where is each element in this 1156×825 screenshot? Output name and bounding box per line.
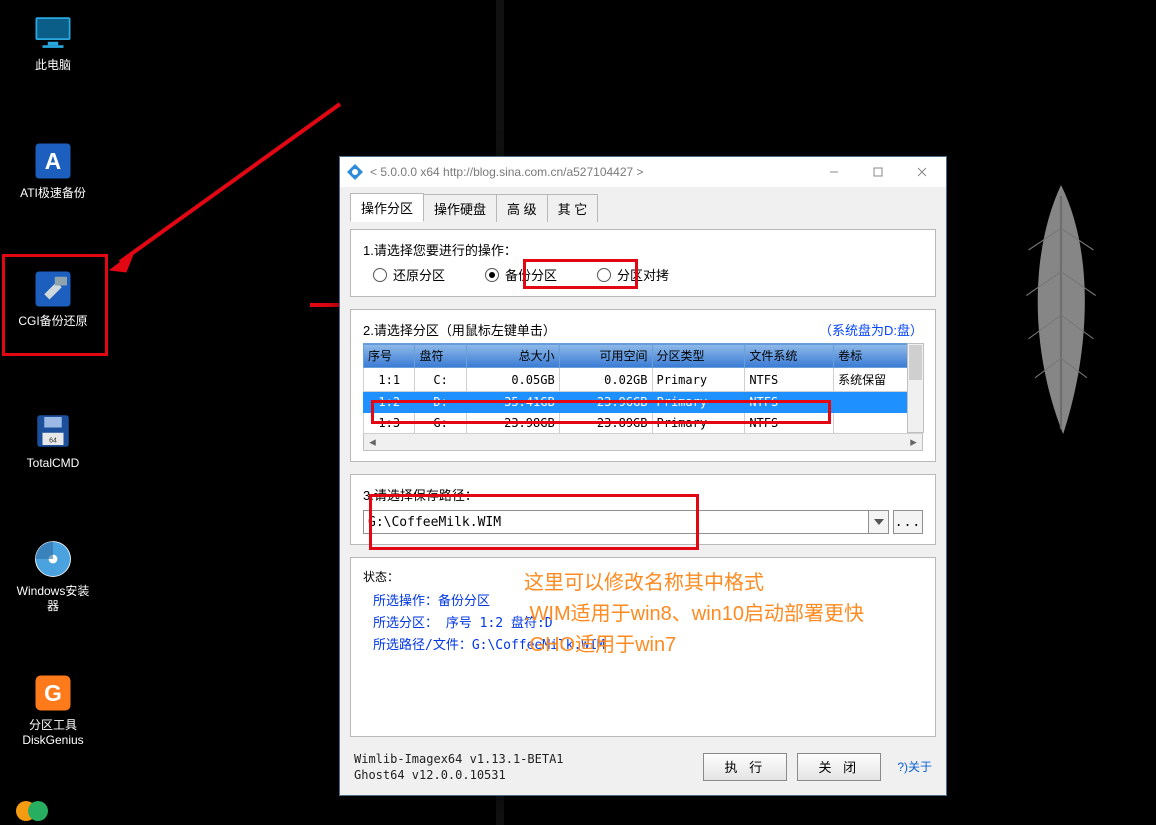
save-path-dropdown[interactable] [869,510,889,534]
svg-text:G: G [44,680,62,706]
close-button[interactable] [900,157,944,187]
desktop-icon-diskgenius[interactable]: G 分区工具 DiskGenius [14,672,92,748]
tab-strip: 操作分区 操作硬盘 高 级 其 它 [350,195,936,221]
app-icon [346,163,364,181]
tab-partition-ops[interactable]: 操作分区 [350,193,424,222]
titlebar[interactable]: < 5.0.0.0 x64 http://blog.sina.com.cn/a5… [340,157,946,187]
th-index[interactable]: 序号 [364,344,415,368]
desktop-icon-label: ATI极速备份 [14,186,92,201]
annotation-highlight-selected-row [371,400,831,424]
partition-table-wrap: 序号 盘符 总大小 可用空间 分区类型 文件系统 卷标 1:1 C: 0.05G… [363,343,923,451]
letter-a-icon: A [32,140,74,182]
bottom-bar: Wimlib-Imagex64 v1.13.1-BETA1 Ghost64 v1… [350,743,936,787]
radio-dot-icon [373,268,387,282]
letter-g-icon: G [32,672,74,714]
desktop-icon-win-installer[interactable]: Windows安装器 [14,538,92,614]
disc-icon [32,538,74,580]
desktop-icon-this-pc[interactable]: 此电脑 [14,12,92,73]
about-link[interactable]: ?)关于 [891,758,932,775]
minimize-button[interactable] [812,157,856,187]
panel-operation: 1.请选择您要进行的操作： 还原分区 备份分区 分区对拷 [350,229,936,297]
version-wimlib: Wimlib-Imagex64 v1.13.1-BETA1 [354,751,693,767]
radio-restore[interactable]: 还原分区 [373,265,445,284]
desktop-icon-label: Windows安装器 [14,584,92,614]
desktop-icon-label: 此电脑 [14,58,92,73]
table-vscrollbar[interactable] [907,343,924,433]
feather-decor [1006,185,1116,445]
tab-disk-ops[interactable]: 操作硬盘 [423,194,497,222]
annotation-text: 这里可以修改名称其中格式 .WIM适用于win8、win10启动部署更快 .GH… [524,568,864,661]
desktop-icon-ati-backup[interactable]: A ATI极速备份 [14,140,92,201]
floppy-icon: 64 [32,410,74,452]
scroll-left-icon[interactable]: ◂ [364,434,381,450]
svg-text:64: 64 [49,437,57,444]
th-total[interactable]: 总大小 [466,344,559,368]
annotation-highlight-save-path [369,494,699,550]
annotation-arrow-1 [100,94,350,274]
browse-button[interactable]: ... [893,510,923,534]
panel-partition: 2.请选择分区（用鼠标左键单击） （系统盘为D:盘） 序号 盘符 总大小 可用空… [350,309,936,462]
table-hscrollbar[interactable]: ◂ ▸ [363,434,923,451]
annotation-highlight-cgi-icon [2,254,108,356]
section1-label: 1.请选择您要进行的操作： [363,240,923,259]
desktop-icon-label: TotalCMD [14,456,92,471]
tab-advanced[interactable]: 高 级 [496,194,548,222]
annotation-highlight-backup-radio [523,259,638,289]
svg-text:A: A [45,148,61,174]
monitor-icon [32,12,74,54]
maximize-button[interactable] [856,157,900,187]
section2-label: 2.请选择分区（用鼠标左键单击） [363,320,556,339]
version-ghost: Ghost64 v12.0.0.10531 [354,767,693,783]
th-ptype[interactable]: 分区类型 [652,344,745,368]
desktop-icon-totalcmd[interactable]: 64 TotalCMD [14,410,92,471]
taskbar-partial-icon [14,800,54,825]
tab-other[interactable]: 其 它 [547,194,599,222]
close-button2[interactable]: 关 闭 [797,753,881,781]
th-drive[interactable]: 盘符 [415,344,466,368]
cgi-backup-window: < 5.0.0.0 x64 http://blog.sina.com.cn/a5… [339,156,947,796]
radio-dot-icon [485,268,499,282]
th-free[interactable]: 可用空间 [559,344,652,368]
scroll-right-icon[interactable]: ▸ [905,434,922,450]
chevron-down-icon [874,519,884,525]
run-button[interactable]: 执 行 [703,753,787,781]
th-fs[interactable]: 文件系统 [745,344,834,368]
window-title: < 5.0.0.0 x64 http://blog.sina.com.cn/a5… [370,165,812,179]
desktop-icon-label: 分区工具 DiskGenius [14,718,92,748]
partition-row[interactable]: 1:1 C: 0.05GB 0.02GB Primary NTFS 系统保留 [364,368,923,392]
system-drive-hint: （系统盘为D:盘） [819,320,923,339]
radio-label: 还原分区 [393,265,445,284]
